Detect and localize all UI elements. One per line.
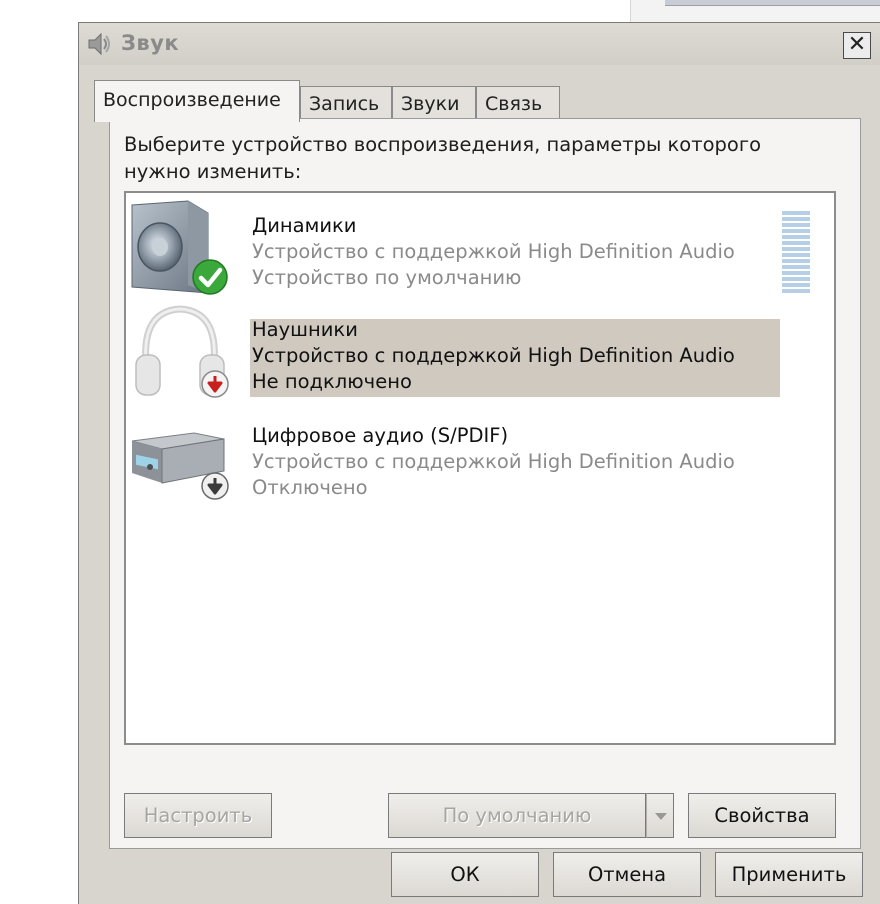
volume-meter [782,211,810,293]
ok-button[interactable]: ОК [391,852,539,897]
default-check-icon [192,259,228,295]
device-list[interactable]: Динамики Устройство с поддержкой High De… [124,191,836,745]
playback-panel: Выберите устройство воспроизведения, пар… [109,118,861,849]
list-item-headphones[interactable]: Наушники Устройство с поддержкой High De… [126,301,834,405]
device-name: Динамики [252,214,357,237]
properties-button[interactable]: Свойства [688,793,836,838]
disabled-arrow-icon [201,472,229,500]
title-bar[interactable]: Звук ✕ [79,23,880,65]
cancel-button[interactable]: Отмена [553,852,701,897]
list-item-speakers[interactable]: Динамики Устройство с поддержкой High De… [126,197,834,301]
list-item-digital-audio[interactable]: Цифровое аудио (S/PDIF) Устройство с под… [126,407,834,511]
close-button[interactable]: ✕ [843,32,871,59]
set-default-dropdown-arrow[interactable] [646,793,674,838]
device-name: Наушники [252,318,358,341]
device-status: Не подключено [252,370,412,393]
not-connected-arrow-icon [201,370,229,398]
device-description: Устройство с поддержкой High Definition … [252,240,735,263]
apply-button[interactable]: Применить [715,852,863,897]
instruction-text: Выберите устройство воспроизведения, пар… [124,133,762,183]
tab-playback[interactable]: Воспроизведение [94,80,300,122]
tab-sounds[interactable]: Звуки [392,86,476,120]
device-name: Цифровое аудио (S/PDIF) [252,424,509,447]
tab-recording[interactable]: Запись [300,86,392,120]
background-window-titlebar [665,0,880,6]
sound-dialog: Звук ✕ Воспроизведение Запись Звуки Связ… [78,22,880,904]
device-description: Устройство с поддержкой High Definition … [252,344,735,367]
configure-button[interactable]: Настроить [124,793,272,838]
device-description: Устройство с поддержкой High Definition … [252,450,735,473]
window-title: Звук [121,31,180,55]
device-status: Отключено [252,476,368,499]
close-icon: ✕ [847,32,867,57]
tab-communications[interactable]: Связь [476,86,560,120]
set-default-button[interactable]: По умолчанию [388,793,646,838]
device-status: Устройство по умолчанию [252,266,522,289]
speaker-app-icon [88,32,110,56]
